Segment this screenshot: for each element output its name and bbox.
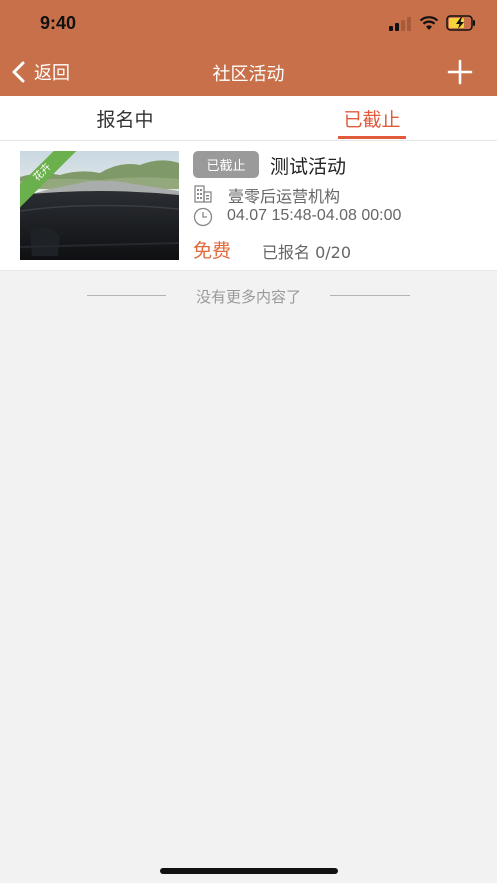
plus-icon[interactable] (446, 58, 474, 86)
signal-icon (389, 17, 411, 31)
status-badge: 已截止 (193, 151, 259, 178)
home-indicator[interactable] (160, 868, 338, 874)
organizer: 壹零后运营机构 (228, 187, 341, 206)
tab-active-indicator (338, 136, 406, 139)
wifi-icon (419, 16, 439, 30)
battery-charging-icon (446, 15, 475, 31)
price: 免费 (193, 240, 232, 262)
category-ribbon: 花卉 (20, 151, 80, 211)
tab-enrolling[interactable]: 报名中 (60, 96, 190, 140)
app-header: 9:40 返回 社区活动 (0, 0, 497, 96)
activity-thumbnail: 花卉 (20, 151, 179, 260)
ribbon-label: 花卉 (20, 151, 80, 211)
status-time: 9:40 (40, 13, 77, 33)
tab-closed[interactable]: 已截止 (307, 96, 437, 140)
page-title: 社区活动 (212, 64, 285, 85)
activity-title: 测试活动 (270, 156, 347, 178)
enrollment-count: 已报名 0/20 (262, 243, 352, 262)
nav-bar: 返回 社区活动 (0, 48, 497, 96)
divider-right (330, 295, 410, 296)
status-bar: 9:40 (0, 0, 497, 48)
clock-icon (193, 207, 213, 227)
tab-bar: 报名中 已截止 (0, 96, 497, 141)
building-icon (194, 185, 212, 203)
end-of-list: 没有更多内容了 (0, 284, 497, 308)
activity-card[interactable]: 花卉 已截止 测试活动 壹零后运营机构 04.07 15:48-04.08 00… (0, 141, 497, 271)
time-range: 04.07 15:48-04.08 00:00 (227, 207, 402, 224)
no-more-text: 没有更多内容了 (195, 288, 301, 306)
